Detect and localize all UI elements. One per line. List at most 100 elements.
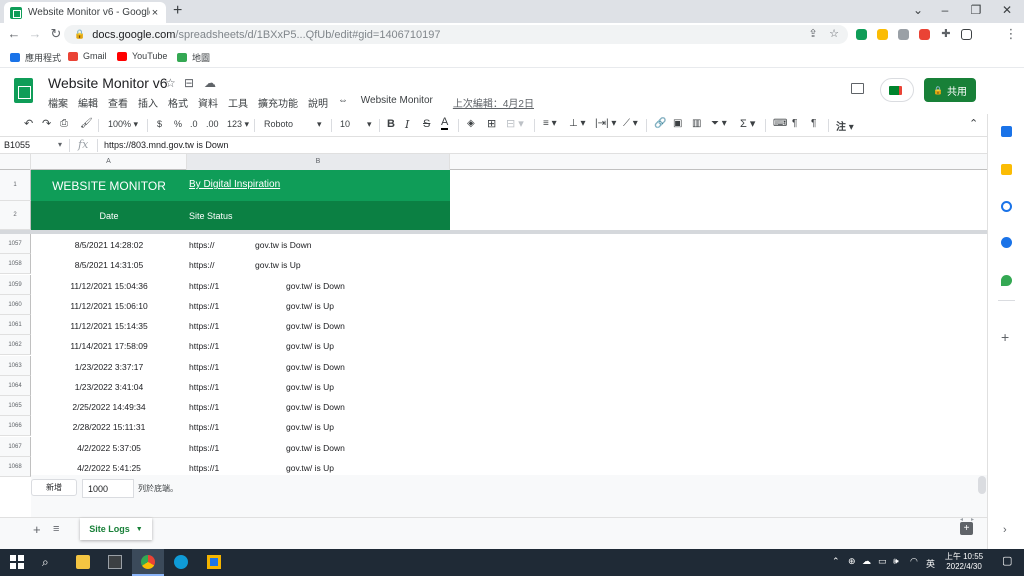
status-url-suffix[interactable]: gov.tw/ is Down xyxy=(286,321,345,331)
tab-search-icon[interactable]: ⌄ xyxy=(908,3,928,17)
status-url-prefix[interactable]: https://1 xyxy=(189,321,219,331)
minimize-icon[interactable]: – xyxy=(935,3,955,17)
date-cell[interactable]: 1/23/2022 3:37:17 xyxy=(31,362,187,372)
italic-button[interactable]: I xyxy=(405,118,409,131)
banner-link[interactable]: By Digital Inspiration xyxy=(189,179,280,190)
sheets-logo-icon[interactable] xyxy=(14,78,33,103)
bookmark-maps[interactable]: 地圖 xyxy=(177,51,210,64)
zoom-select[interactable]: 100% ▾ xyxy=(108,119,138,130)
date-cell[interactable]: 2/25/2022 14:49:34 xyxy=(31,402,187,412)
menu-format[interactable]: 格式 xyxy=(168,95,188,110)
get-addons-icon[interactable]: + xyxy=(1001,329,1009,345)
search-icon[interactable]: ⌕ xyxy=(42,555,56,569)
vertical-scrollbar[interactable] xyxy=(978,476,986,494)
calendar-icon[interactable] xyxy=(1001,126,1012,137)
forward-icon[interactable]: → xyxy=(28,27,42,41)
paint-format-icon[interactable]: 🖌 xyxy=(80,118,93,129)
print-icon[interactable]: ⎙ xyxy=(60,118,68,129)
all-sheets-icon[interactable]: ≡ xyxy=(53,523,59,535)
functions-icon[interactable]: Σ ▾ xyxy=(740,117,755,130)
date-column-header[interactable]: Date xyxy=(31,211,187,221)
date-cell[interactable]: 4/2/2022 5:41:25 xyxy=(31,463,187,473)
menu-insert[interactable]: 插入 xyxy=(138,95,158,110)
status-url-prefix[interactable]: https://1 xyxy=(189,301,219,311)
redo-icon[interactable]: ↷ xyxy=(42,117,51,130)
status-url-suffix[interactable]: gov.tw is Up xyxy=(255,260,301,270)
side-panel-icon[interactable] xyxy=(961,29,972,40)
date-cell[interactable]: 11/12/2021 15:14:35 xyxy=(31,321,187,331)
merge-cells-icon[interactable]: ⊟ ▾ xyxy=(506,117,524,130)
text-rotation-icon[interactable]: ⟋ ▾ xyxy=(623,118,638,129)
name-box-dropdown-icon[interactable]: ▾ xyxy=(58,140,62,149)
reload-icon[interactable]: ↻ xyxy=(49,27,63,41)
collapse-toolbar-icon[interactable]: ⌃ xyxy=(969,117,978,130)
terminal-icon[interactable] xyxy=(108,555,122,569)
date-cell[interactable]: 8/5/2021 14:28:02 xyxy=(31,240,187,250)
scroll-left-icon[interactable]: ◂ xyxy=(960,516,963,523)
menu-help[interactable]: 說明 xyxy=(308,95,328,110)
share-button[interactable]: 🔒 共用 xyxy=(924,78,976,102)
row-header[interactable]: 1062 xyxy=(0,335,31,355)
status-url-prefix[interactable]: https://1 xyxy=(189,362,219,372)
horizontal-align-icon[interactable]: ≡ ▾ xyxy=(543,118,557,129)
show-side-panel-icon[interactable]: › xyxy=(1003,524,1007,536)
cloud-status-icon[interactable]: ☁ xyxy=(204,76,216,90)
chrome-icon[interactable] xyxy=(141,555,155,569)
row-header[interactable]: 1057 xyxy=(0,234,31,254)
status-url-prefix[interactable]: https:// xyxy=(189,240,215,250)
battery-icon[interactable]: ▭ xyxy=(878,556,887,567)
date-cell[interactable]: 2/28/2022 15:11:31 xyxy=(31,422,187,432)
text-wrap-icon[interactable]: |⇥| ▾ xyxy=(595,118,616,129)
status-column-header[interactable]: Site Status xyxy=(189,211,233,221)
new-tab-icon[interactable]: + xyxy=(173,2,182,20)
date-cell[interactable]: 8/5/2021 14:31:05 xyxy=(31,260,187,270)
clock[interactable]: 上午 10:55 2022/4/30 xyxy=(934,552,994,572)
close-tab-icon[interactable]: × xyxy=(150,7,160,19)
banner-title[interactable]: WEBSITE MONITOR xyxy=(31,179,187,193)
explore-icon[interactable]: + xyxy=(960,522,973,535)
edge-icon[interactable] xyxy=(174,555,188,569)
tray-chevron-icon[interactable]: ⌃ xyxy=(832,556,840,567)
status-url-suffix[interactable]: gov.tw/ is Up xyxy=(286,463,334,473)
row-header[interactable]: 1063 xyxy=(0,356,31,376)
status-url-prefix[interactable]: https://1 xyxy=(189,341,219,351)
onedrive-icon[interactable]: ☁ xyxy=(862,556,871,567)
row-header[interactable]: 1066 xyxy=(0,416,31,436)
ltr-icon[interactable]: ¶ xyxy=(792,118,797,129)
sheet-tab-dropdown-icon[interactable]: ▼ xyxy=(136,526,143,533)
fill-color-icon[interactable]: ◈ xyxy=(467,118,475,129)
select-all-corner[interactable] xyxy=(0,154,31,170)
insert-link-icon[interactable]: 🔗 xyxy=(654,118,666,129)
strikethrough-button[interactable]: S xyxy=(423,118,430,130)
menu-tools[interactable]: 工具 xyxy=(228,95,248,110)
bookmark-youtube[interactable]: YouTube xyxy=(117,51,167,61)
windows-start-icon[interactable] xyxy=(10,555,24,569)
menu-data[interactable]: 資料 xyxy=(198,95,218,110)
status-url-prefix[interactable]: https://1 xyxy=(189,402,219,412)
extensions-puzzle-icon[interactable]: ✚ xyxy=(939,27,953,41)
status-url-suffix[interactable]: gov.tw/ is Down xyxy=(286,443,345,453)
tray-app-icon[interactable]: ⊕ xyxy=(848,556,856,567)
extension-shield-icon[interactable] xyxy=(856,29,867,40)
bookmark-gmail[interactable]: Gmail xyxy=(68,51,107,61)
browser-menu-icon[interactable]: ⋮ xyxy=(1004,27,1018,41)
row-header[interactable]: 1060 xyxy=(0,295,31,315)
status-url-prefix[interactable]: https://1 xyxy=(189,281,219,291)
add-rows-button[interactable]: 新增 xyxy=(31,479,77,496)
status-url-prefix[interactable]: https://1 xyxy=(189,463,219,473)
column-header-b[interactable]: B xyxy=(187,154,450,170)
rtl-icon[interactable]: ¶ xyxy=(811,118,816,129)
increase-decimal-button[interactable]: .00 xyxy=(206,119,219,129)
extension-red-icon[interactable] xyxy=(919,29,930,40)
insert-comment-icon[interactable]: ▣ xyxy=(673,118,682,129)
contacts-icon[interactable] xyxy=(1001,237,1012,248)
status-url-suffix[interactable]: gov.tw/ is Up xyxy=(286,301,334,311)
date-cell[interactable]: 11/12/2021 15:04:36 xyxy=(31,281,187,291)
keep-icon[interactable] xyxy=(1001,164,1012,175)
back-icon[interactable]: ← xyxy=(7,27,21,41)
status-url-prefix[interactable]: https://1 xyxy=(189,422,219,432)
last-edit-link[interactable]: 上次編輯：4月2日 xyxy=(453,95,534,110)
address-bar[interactable]: 🔒 docs.google.com/spreadsheets/d/1BXxP5.… xyxy=(64,25,848,44)
camera-icon[interactable] xyxy=(898,29,909,40)
google-drive-icon[interactable] xyxy=(877,29,888,40)
